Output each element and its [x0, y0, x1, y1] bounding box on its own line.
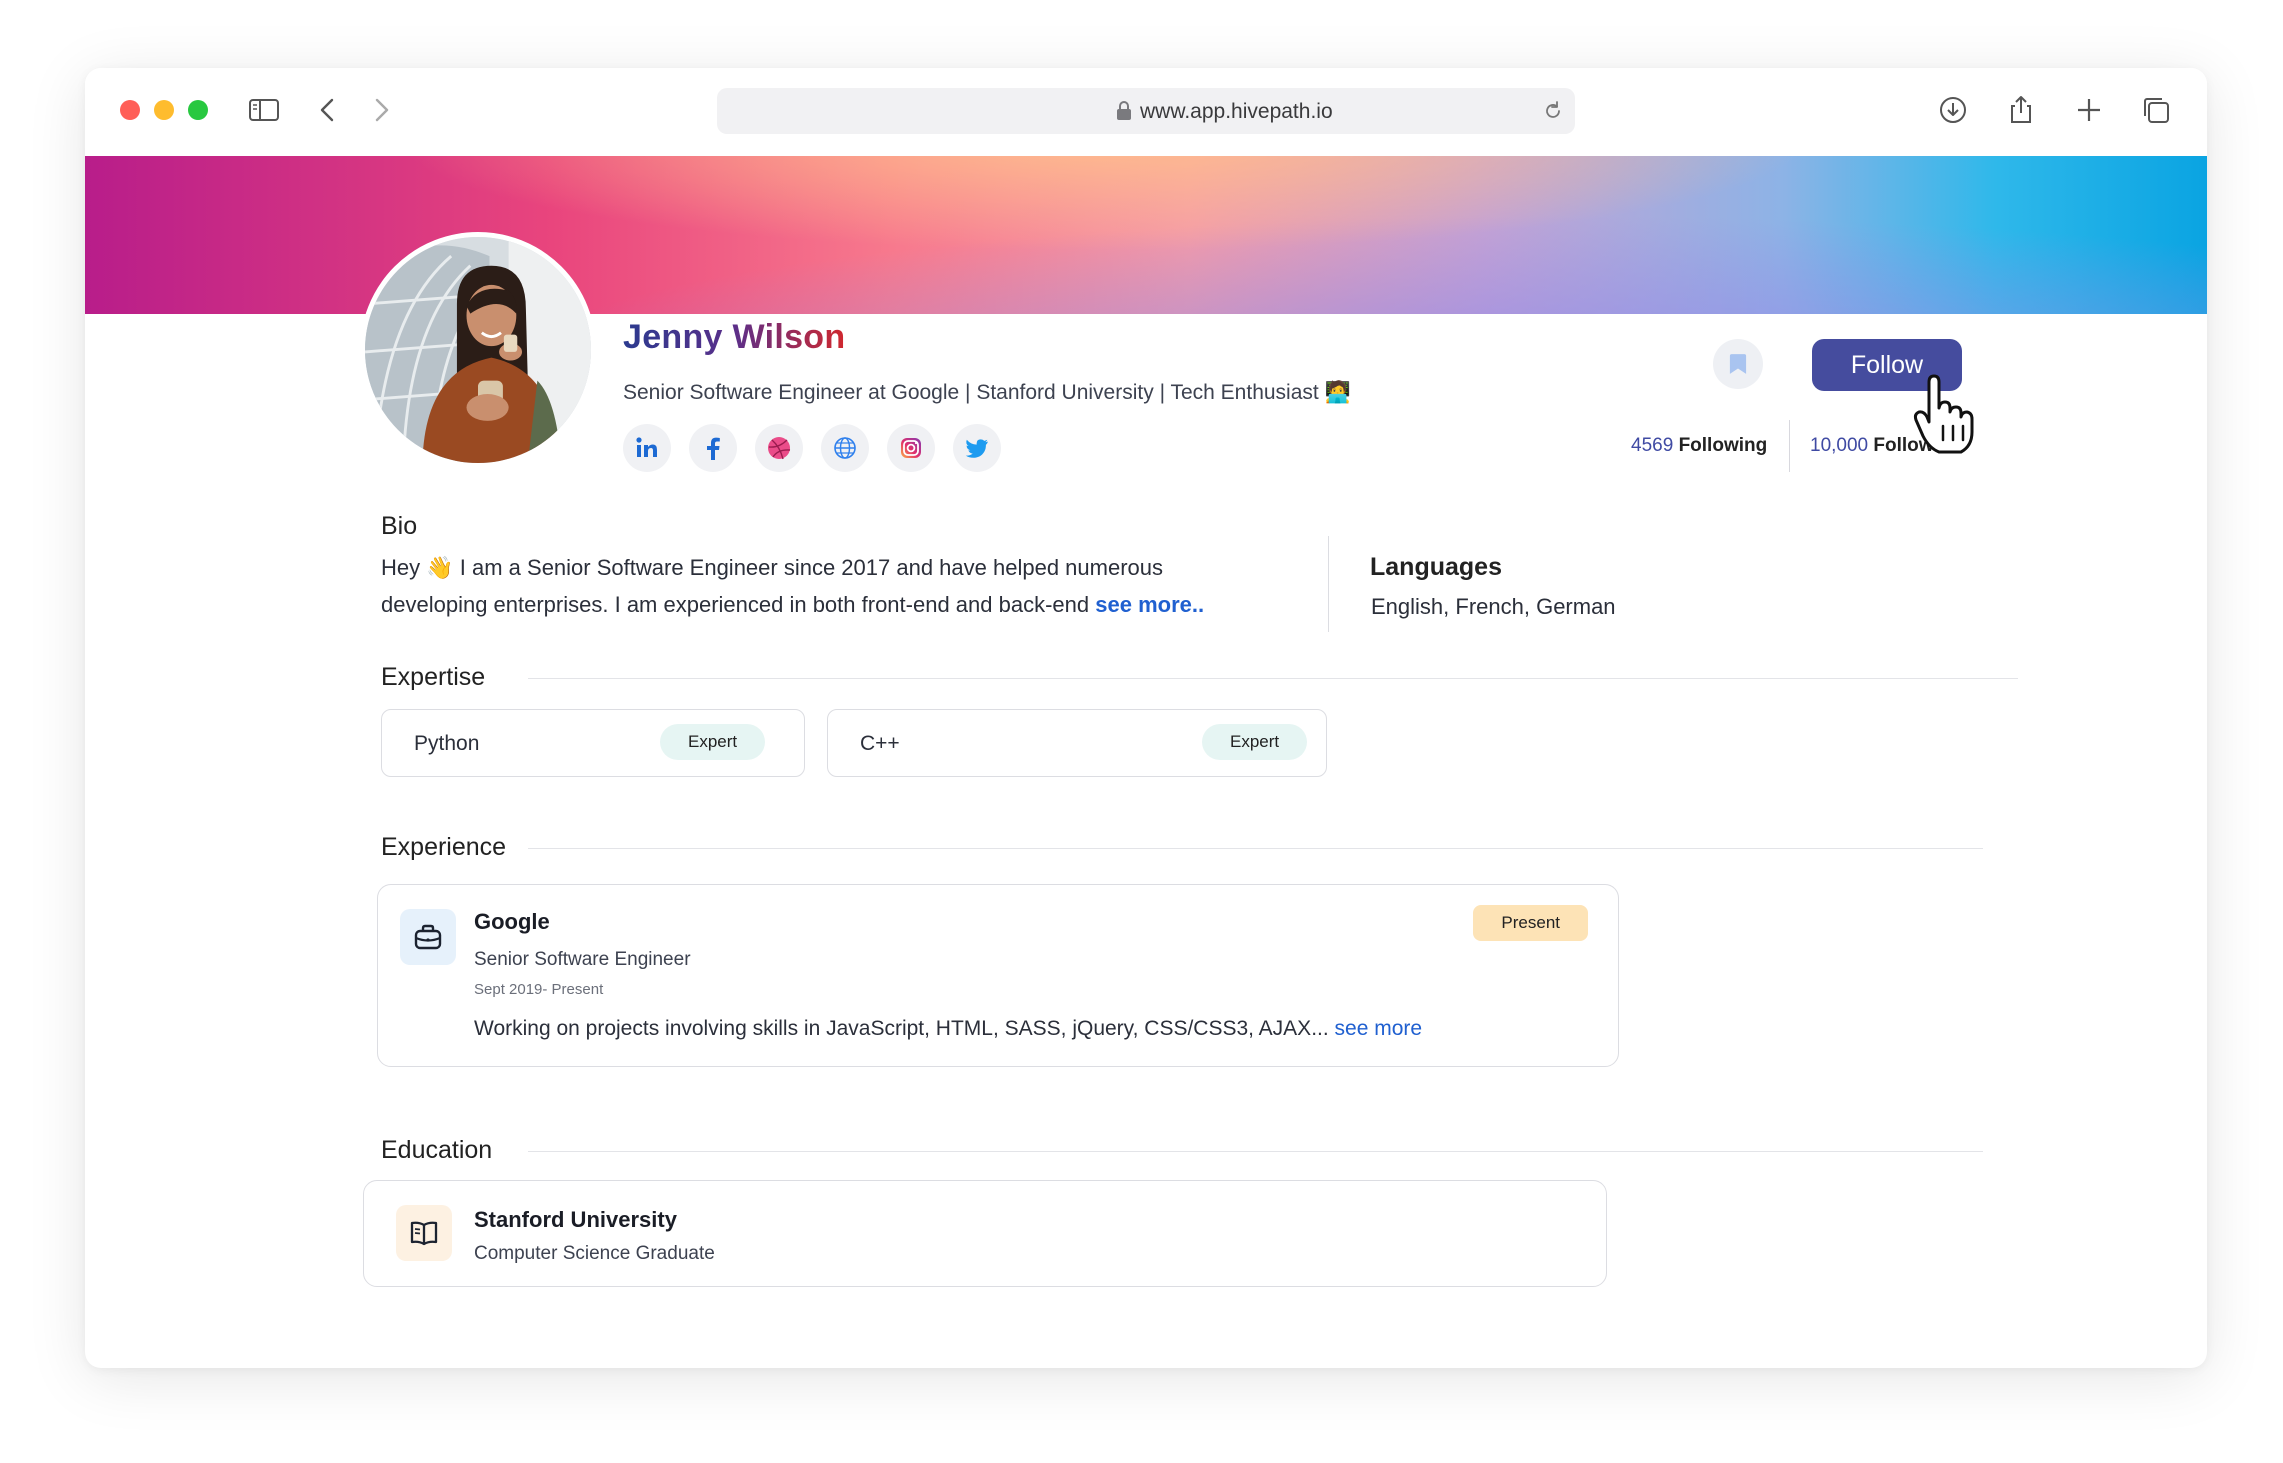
stats-divider: [1789, 420, 1790, 472]
company-name: Google: [474, 909, 550, 934]
school-name: Stanford University: [474, 1207, 677, 1232]
skill-name: Python: [414, 732, 480, 755]
bio-heading: Bio: [381, 512, 418, 540]
reload-icon[interactable]: [1541, 99, 1565, 123]
lock-icon: [1117, 101, 1131, 120]
skill-level-badge: Expert: [1202, 724, 1308, 760]
education-card[interactable]: Stanford University Computer Science Gra…: [363, 1180, 1607, 1287]
browser-toolbar: www.app.hivepath.io: [85, 68, 2207, 156]
bio-text: Hey 👋 I am a Senior Software Engineer si…: [381, 549, 1261, 623]
dribbble-icon[interactable]: [755, 424, 803, 472]
job-description: Working on projects involving skills in …: [474, 1017, 1422, 1041]
wave-emoji: 👋: [426, 555, 454, 580]
close-window-button[interactable]: [120, 100, 140, 120]
experience-see-more-link[interactable]: see more: [1335, 1017, 1423, 1040]
bio-see-more-link[interactable]: see more..: [1095, 592, 1204, 617]
skill-card[interactable]: Python Expert: [381, 709, 805, 777]
languages-heading: Languages: [1370, 553, 1502, 581]
open-book-icon: [396, 1205, 452, 1261]
tab-overview-icon[interactable]: [2140, 94, 2172, 126]
globe-icon[interactable]: [821, 424, 869, 472]
twitter-icon[interactable]: [953, 424, 1001, 472]
education-heading: Education: [381, 1136, 493, 1164]
download-icon[interactable]: [1937, 94, 1969, 126]
linkedin-icon[interactable]: [623, 424, 671, 472]
bio-greeting: Hey: [381, 555, 421, 580]
bookmark-icon: [1729, 354, 1747, 374]
pointer-hand-cursor-icon: [1913, 374, 1974, 454]
bookmark-button[interactable]: [1713, 339, 1763, 389]
profile-photo: [365, 237, 591, 463]
following-count: 4569: [1631, 435, 1674, 456]
skill-name: C++: [860, 732, 900, 755]
expertise-divider: [528, 678, 2018, 679]
degree: Computer Science Graduate: [474, 1243, 715, 1264]
avatar[interactable]: [360, 232, 596, 468]
briefcase-icon: [400, 909, 456, 965]
new-tab-icon[interactable]: [2073, 94, 2105, 126]
bio-body: I am a Senior Software Engineer since 20…: [381, 555, 1164, 617]
languages-value: English, French, German: [1371, 594, 1616, 619]
technologist-emoji: 🧑‍💻: [1324, 381, 1351, 404]
bio-languages-divider: [1328, 536, 1329, 632]
profile-name: Jenny Wilson: [623, 318, 846, 356]
share-icon[interactable]: [2005, 94, 2037, 126]
zoom-window-button[interactable]: [188, 100, 208, 120]
facebook-icon[interactable]: [689, 424, 737, 472]
instagram-icon[interactable]: [887, 424, 935, 472]
url-text: www.app.hivepath.io: [1140, 100, 1333, 123]
followers-count: 10,000: [1810, 435, 1869, 456]
browser-window: www.app.hivepath.io Jenny Wilson Senior …: [85, 68, 2207, 1368]
education-divider: [528, 1151, 1983, 1152]
forward-arrow-icon[interactable]: [365, 94, 397, 126]
job-description-text: Working on projects involving skills in …: [474, 1017, 1329, 1040]
skill-level-badge: Expert: [660, 724, 766, 760]
experience-divider: [528, 848, 1983, 849]
minimize-window-button[interactable]: [154, 100, 174, 120]
expertise-heading: Expertise: [381, 663, 486, 691]
headline-text: Senior Software Engineer at Google | Sta…: [623, 381, 1319, 404]
skill-card[interactable]: C++ Expert: [827, 709, 1327, 777]
experience-heading: Experience: [381, 833, 507, 861]
job-role: Senior Software Engineer: [474, 949, 691, 970]
back-arrow-icon[interactable]: [312, 94, 344, 126]
job-dates: Sept 2019- Present: [474, 981, 604, 998]
address-bar[interactable]: www.app.hivepath.io: [717, 88, 1575, 134]
profile-headline: Senior Software Engineer at Google | Sta…: [623, 381, 1351, 405]
experience-card[interactable]: Google Senior Software Engineer Sept 201…: [377, 884, 1619, 1067]
sidebar-toggle-icon[interactable]: [248, 94, 280, 126]
following-label: Following: [1678, 435, 1768, 456]
following-stat[interactable]: 4569 Following: [1631, 435, 1767, 457]
present-badge: Present: [1473, 905, 1588, 941]
